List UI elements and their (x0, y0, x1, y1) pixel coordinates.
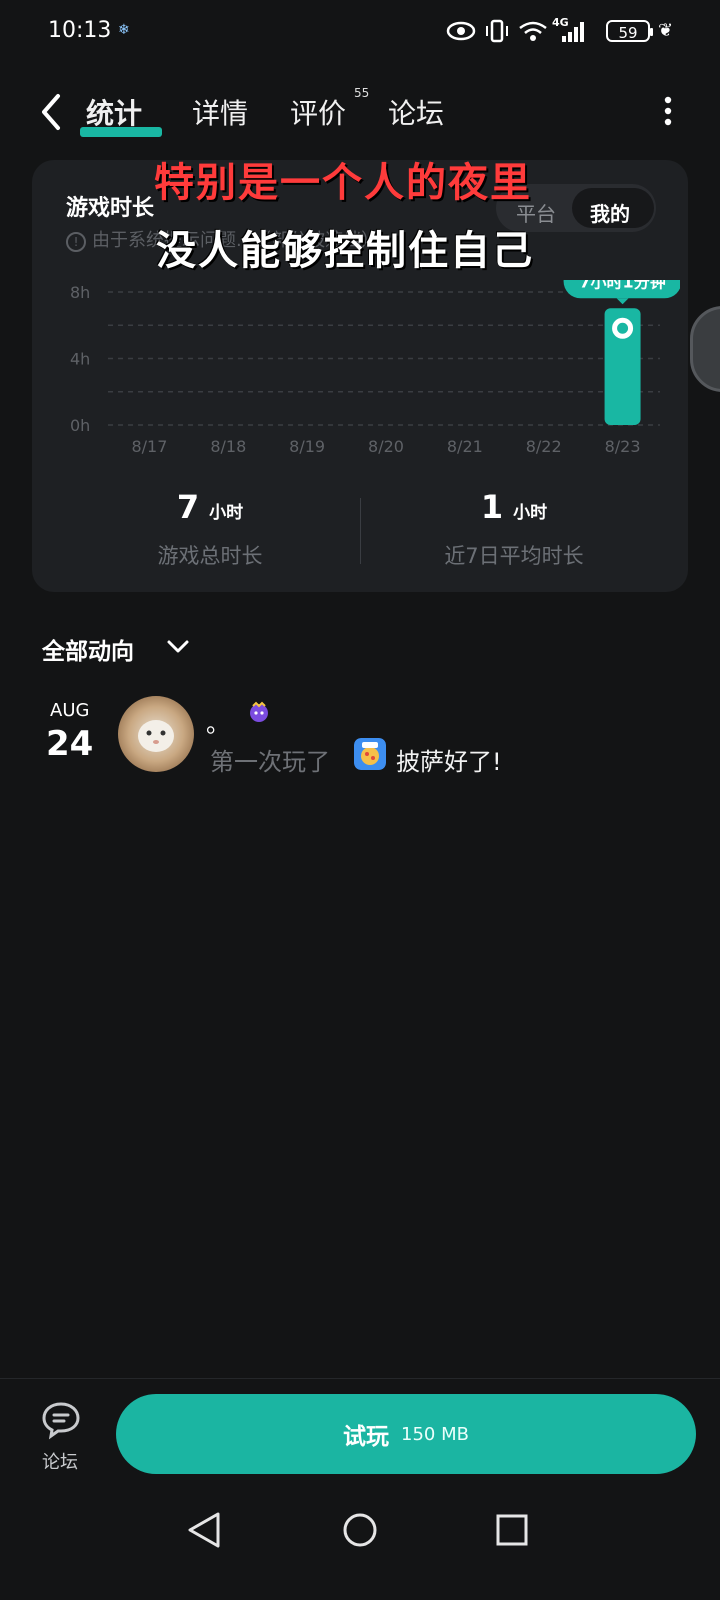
wifi-icon (519, 21, 547, 41)
activity-text: 第一次玩了 (210, 748, 330, 776)
summary-divider (360, 498, 361, 564)
y-tick-label: 8h (70, 283, 90, 302)
game-name-link[interactable]: 披萨好了! (396, 742, 502, 777)
activity-day: 24 (46, 724, 94, 764)
back-arrow-icon[interactable] (36, 92, 68, 132)
username[interactable]: 。 (206, 704, 230, 739)
scope-mine-option[interactable]: 我的 (590, 198, 630, 227)
total-playtime-value: 7 (176, 488, 200, 526)
vibrate-icon (486, 19, 508, 43)
x-tick-label: 8/21 (447, 437, 483, 456)
svg-text:7小时1分钟: 7小时1分钟 (579, 280, 665, 291)
x-tick-label: 8/17 (131, 437, 167, 456)
tab-reviews[interactable]: 评价 (290, 92, 346, 132)
average-playtime-label: 近7日平均时长 (444, 544, 584, 568)
download-size: 150 MB (401, 1423, 469, 1445)
status-time: 10:13 (48, 18, 112, 43)
user-avatar[interactable] (118, 696, 194, 772)
try-play-label: 试玩 (343, 1424, 390, 1450)
signal-icon (562, 22, 584, 42)
forum-icon[interactable] (40, 1400, 84, 1440)
try-play-button[interactable]: 试玩 150 MB (116, 1394, 696, 1474)
info-icon: ! (66, 232, 86, 252)
nav-home-icon[interactable] (343, 1513, 377, 1547)
battery-indicator: 59 (606, 20, 653, 42)
floating-assistant-bubble[interactable] (690, 306, 720, 392)
active-tab-indicator (80, 127, 162, 137)
leaf-icon: ❦ (658, 20, 674, 41)
x-tick-label: 8/23 (605, 437, 641, 456)
x-tick-label: 8/19 (289, 437, 325, 456)
nav-back-icon[interactable] (188, 1512, 220, 1548)
average-playtime-value: 1 (480, 488, 504, 526)
y-tick-label: 0h (70, 416, 90, 435)
tab-forum[interactable]: 论坛 (388, 92, 444, 132)
tab-details[interactable]: 详情 (192, 92, 248, 132)
user-level-badge-icon (250, 701, 268, 722)
chevron-down-icon[interactable] (166, 636, 190, 656)
tab-stats[interactable]: 统计 (86, 92, 142, 132)
forum-label[interactable]: 论坛 (42, 1448, 78, 1474)
x-tick-label: 8/22 (526, 437, 562, 456)
review-count-badge: 55 (354, 86, 370, 100)
activity-month: AUG (50, 700, 90, 721)
card-title: 游戏时长 (66, 196, 155, 221)
total-playtime: 7 小时 (110, 488, 310, 526)
x-tick-label: 8/18 (210, 437, 246, 456)
status-bar: 10:13 ❄ 4G 59 ❦ (0, 0, 720, 64)
bar-tooltip: 7小时1分钟 (563, 280, 680, 305)
eye-icon (446, 21, 476, 41)
playtime-chart: 0h 4h 8h 8/17 8/18 8/19 8/20 8/21 8/22 8/23 7小时1分钟 (70, 280, 680, 456)
x-tick-label: 8/20 (368, 437, 404, 456)
caption-line-1: 特别是一个人的夜里 (154, 160, 532, 206)
pizza-game-icon[interactable] (354, 738, 386, 770)
total-playtime-label: 游戏总时长 (157, 544, 263, 568)
y-tick-label: 4h (70, 350, 90, 369)
bar (604, 308, 641, 425)
nav-recents-icon[interactable] (496, 1514, 528, 1546)
system-navigation-bar (188, 1512, 528, 1548)
snowflake-icon: ❄ (118, 22, 130, 38)
total-playtime-unit: 小时 (209, 503, 244, 523)
caption-line-2: 没人能够控制住自己 (156, 228, 534, 274)
activity-filter[interactable]: 全部动向 (42, 632, 134, 666)
average-playtime-unit: 小时 (513, 503, 548, 523)
more-options-icon[interactable] (664, 96, 672, 126)
average-playtime: 1 小时 (414, 488, 614, 526)
